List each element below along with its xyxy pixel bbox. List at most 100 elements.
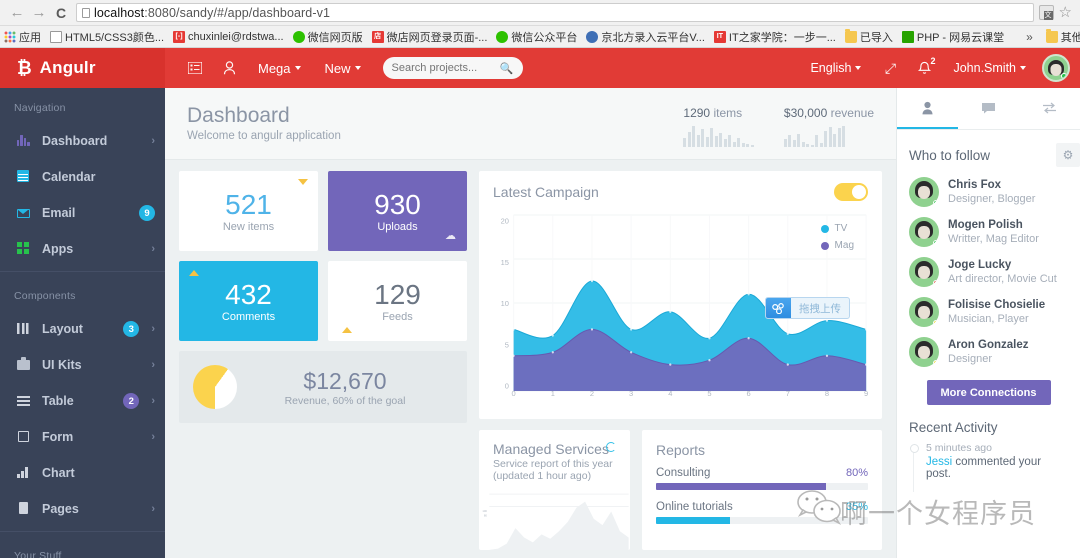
- brand-icon: ₿: [17, 58, 32, 78]
- tile-comments[interactable]: 432 Comments: [179, 261, 318, 341]
- cloud-upload-icon: [766, 298, 791, 318]
- bookmark-item[interactable]: 微信公众平台: [496, 29, 577, 45]
- bookmark-star-icon[interactable]: ☆: [1059, 5, 1072, 20]
- left-sidebar: Navigation Dashboard › Calendar Email 9 …: [0, 88, 165, 558]
- list-item[interactable]: Joge Lucky Art director, Movie Cut: [909, 257, 1068, 287]
- svg-text:5: 5: [707, 389, 711, 398]
- bookmarks-bar: 应用 HTML5/CSS3颜色... [-] chuxinlei@rdstwa..…: [0, 26, 1080, 48]
- who-to-follow-header: Who to follow ⚙: [909, 143, 1080, 167]
- person-name: Mogen Polish: [948, 219, 1023, 231]
- activity-actor-link[interactable]: Jessi: [926, 456, 952, 468]
- svg-text:2: 2: [590, 389, 594, 398]
- sidebar-item-layout[interactable]: Layout 3 ›: [0, 311, 165, 347]
- chevron-right-icon: ›: [151, 503, 155, 515]
- user-outline-icon[interactable]: [212, 48, 246, 88]
- managed-services-panel: Managed Services Service report of this …: [479, 430, 630, 550]
- drag-upload-button[interactable]: 拖拽上传: [765, 297, 850, 319]
- gear-icon[interactable]: ⚙: [1056, 143, 1080, 167]
- sidebar-item-table[interactable]: Table 2 ›: [0, 383, 165, 419]
- sidebar-item-apps[interactable]: Apps ›: [0, 231, 165, 267]
- list-menu-icon[interactable]: [178, 48, 212, 88]
- campaign-toggle[interactable]: [834, 183, 868, 201]
- browser-toolbar: ← → C localhost:8080/sandy/#/app/dashboa…: [0, 0, 1080, 26]
- right-sidebar-tabs: [897, 88, 1080, 130]
- nav-item-new[interactable]: New: [313, 48, 373, 88]
- green-square-icon: [901, 30, 914, 43]
- username-label: John.Smith: [953, 61, 1016, 75]
- bookmark-item[interactable]: HTML5/CSS3颜色...: [50, 29, 164, 45]
- address-bar[interactable]: localhost:8080/sandy/#/app/dashboard-v1: [76, 3, 1034, 22]
- forward-icon[interactable]: →: [28, 2, 50, 24]
- language-selector[interactable]: English: [798, 48, 873, 88]
- back-icon[interactable]: ←: [6, 2, 28, 24]
- legend-dot: [820, 241, 829, 250]
- tab-people[interactable]: [897, 88, 958, 129]
- nav-item-mega[interactable]: Mega: [246, 48, 313, 88]
- other-bookmarks[interactable]: 其他: [1045, 28, 1080, 45]
- tile-uploads[interactable]: 930 Uploads ☁: [328, 171, 467, 251]
- bookmark-item[interactable]: PHP - 网易云课堂: [901, 29, 1004, 45]
- reports-title: Reports: [656, 442, 706, 458]
- tile-new-items[interactable]: 521 New items: [179, 171, 318, 251]
- bookmark-item[interactable]: 已导入: [844, 28, 893, 45]
- brand-logo-area[interactable]: ₿ Angulr: [0, 48, 165, 88]
- bookmark-item[interactable]: 京北方录入云平台V...: [586, 29, 705, 45]
- sidebar-item-pages[interactable]: Pages ›: [0, 491, 165, 527]
- apps-icon: [16, 241, 30, 257]
- campaign-title: Latest Campaign: [493, 184, 599, 200]
- bookmark-item[interactable]: 微信网页版: [292, 29, 363, 45]
- sidebar-item-dashboard[interactable]: Dashboard ›: [0, 123, 165, 159]
- status-dot: [933, 240, 939, 246]
- report-percent: 80%: [845, 467, 868, 479]
- report-progress-consulting: [656, 483, 868, 490]
- search-box[interactable]: 🔍: [382, 57, 523, 79]
- tab-chat[interactable]: [958, 88, 1019, 129]
- translate-icon[interactable]: [1038, 5, 1054, 20]
- bookmark-item[interactable]: 店微店网页登录页面-...: [371, 29, 487, 45]
- person-info: Chris Fox Designer, Blogger: [948, 178, 1035, 206]
- avatar[interactable]: [1042, 54, 1070, 82]
- sidebar-item-form[interactable]: Form ›: [0, 419, 165, 455]
- search-icon[interactable]: 🔍: [500, 62, 514, 75]
- person-name: Folisise Chosielie: [948, 299, 1046, 311]
- legend-label: TV: [834, 223, 848, 234]
- search-input[interactable]: [391, 62, 497, 74]
- activity-content: 5 minutes ago Jessi commented your post.: [926, 442, 1068, 480]
- list-item[interactable]: Aron Gonzalez Designer: [909, 337, 1068, 367]
- list-item[interactable]: Mogen Polish Writter, Mag Editor: [909, 217, 1068, 247]
- activity-text: Jessi commented your post.: [926, 456, 1068, 480]
- person-name: Aron Gonzalez: [948, 339, 1029, 351]
- sidebar-item-calendar[interactable]: Calendar: [0, 159, 165, 195]
- user-menu[interactable]: John.Smith: [941, 48, 1038, 88]
- campaign-chart: 0 5 10 15 20 0 1 2 3 4 5 6 7 8 9 TV Mag: [493, 209, 868, 409]
- reload-icon[interactable]: C: [50, 2, 72, 24]
- sidebar-item-email[interactable]: Email 9: [0, 195, 165, 231]
- svg-text:0: 0: [512, 389, 516, 398]
- tile-number: 432: [225, 278, 272, 310]
- bookmark-label: HTML5/CSS3颜色...: [65, 31, 165, 44]
- svg-text:4: 4: [668, 389, 672, 398]
- notifications-button[interactable]: 2: [907, 48, 941, 88]
- bookmarks-overflow-icon[interactable]: »: [1022, 30, 1037, 44]
- tile-number: 521: [225, 188, 272, 220]
- bookmark-item[interactable]: [-] chuxinlei@rdstwa...: [173, 30, 284, 43]
- refresh-spinner-icon[interactable]: [606, 442, 616, 452]
- tile-feeds[interactable]: 129 Feeds: [328, 261, 467, 341]
- apps-grid-icon: [4, 30, 16, 43]
- list-item[interactable]: Chris Fox Designer, Blogger: [909, 177, 1068, 207]
- sidebar-item-ui-kits[interactable]: UI Kits ›: [0, 347, 165, 383]
- revenue-card: $12,670 Revenue, 60% of the goal: [179, 351, 467, 423]
- folder-icon: [844, 28, 857, 43]
- list-item[interactable]: Folisise Chosielie Musician, Player: [909, 297, 1068, 327]
- activity-time: 5 minutes ago: [926, 442, 992, 454]
- bookmark-item[interactable]: IT IT之家学院：一步一...: [713, 29, 836, 45]
- stat-text: 1290 items: [683, 106, 754, 120]
- more-connections-button[interactable]: More Connections: [926, 380, 1051, 405]
- sparkline-items: [683, 125, 754, 147]
- revenue-amount: $12,670: [303, 367, 387, 394]
- bookmark-item[interactable]: 应用: [4, 29, 41, 45]
- red-it-icon: IT: [713, 30, 726, 43]
- tab-transfer[interactable]: [1019, 88, 1080, 129]
- sidebar-item-chart[interactable]: Chart: [0, 455, 165, 491]
- expand-icon[interactable]: ⤢: [873, 48, 907, 88]
